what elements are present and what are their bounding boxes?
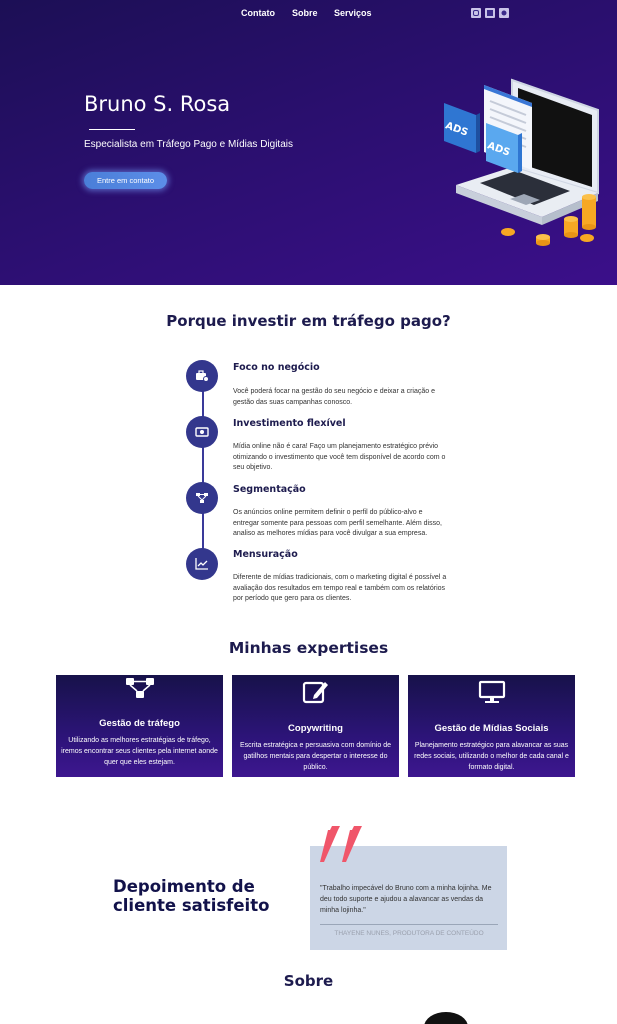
timeline-circle-1	[186, 360, 218, 392]
instagram-icon[interactable]	[471, 8, 481, 18]
expertise-card-title: Copywriting	[288, 723, 343, 734]
why-section-title: Porque investir em tráfego pago?	[166, 312, 451, 330]
expertises-title: Minhas expertises	[228, 639, 389, 657]
testimonial-author: THAYENE NUNES, PRODUTORA DE CONTEÚDO	[334, 930, 484, 937]
nav-link-contato[interactable]: Contato	[241, 8, 275, 18]
quote-icon	[320, 826, 362, 862]
avatar	[424, 1012, 468, 1024]
hero-subtitle: Especialista em Tráfego Pago e Mídias Di…	[84, 139, 293, 150]
expertise-card-text: Escrita estratégica e persuasiva com dom…	[240, 742, 391, 771]
network-icon	[196, 493, 208, 503]
hero-divider	[89, 129, 135, 130]
expertise-card-copywriting: Copywriting Escrita estratégica e persua…	[232, 675, 399, 777]
monitor-icon	[478, 680, 505, 703]
testimonial-quote: "Trabalho impecável do Bruno com a minha…	[320, 885, 492, 914]
timeline-line	[202, 378, 204, 564]
timeline-item-title: Segmentação	[233, 484, 306, 495]
timeline-item-text: Mídia online não é cara! Faço um planeja…	[233, 443, 446, 471]
laptop-ads-illustration: ADS ADS	[444, 78, 599, 246]
expertise-card-text: Utilizando as melhores estratégias de tr…	[61, 737, 218, 766]
expertise-card-trafego: Gestão de tráfego Utilizando as melhores…	[56, 675, 223, 777]
workflow-icon	[125, 678, 154, 698]
linkedin-icon[interactable]	[499, 8, 509, 18]
testimonial-title: Depoimento de cliente satisfeito	[113, 877, 270, 915]
money-icon	[195, 427, 209, 437]
timeline-item-title: Mensuração	[233, 549, 298, 560]
nav-link-servicos[interactable]: Serviços	[334, 8, 372, 18]
hero-name: Bruno S. Rosa	[84, 92, 231, 116]
facebook-icon[interactable]	[485, 8, 495, 18]
about-title: Sobre	[283, 972, 334, 990]
chart-icon	[195, 558, 208, 570]
expertise-card-midias-sociais: Gestão de Mídias Sociais Planejamento es…	[408, 675, 575, 777]
hero-section: Contato Sobre Serviços Bruno S. Rosa Esp…	[0, 0, 617, 285]
timeline-item-text: Você poderá focar na gestão do seu negóc…	[233, 388, 435, 406]
testimonial-divider	[320, 924, 498, 925]
edit-icon	[302, 681, 328, 704]
expertise-card-title: Gestão de Mídias Sociais	[434, 723, 549, 734]
timeline-item-text: Diferente de mídias tradicionais, com o …	[233, 574, 447, 602]
timeline-circle-3	[186, 482, 218, 514]
expertise-card-text: Planejamento estratégico para alavancar …	[414, 742, 569, 771]
timeline-circle-2	[186, 416, 218, 448]
briefcase-icon	[196, 370, 209, 382]
timeline-item-text: Os anúncios online permitem definir o pe…	[233, 509, 442, 537]
timeline-item-title: Investimento flexível	[233, 418, 346, 429]
nav-link-sobre[interactable]: Sobre	[292, 8, 318, 18]
top-nav: Contato Sobre Serviços	[0, 8, 617, 22]
expertise-card-title: Gestão de tráfego	[99, 718, 180, 729]
timeline-item-title: Foco no negócio	[233, 362, 320, 373]
timeline-circle-4	[186, 548, 218, 580]
contact-button[interactable]: Entre em contato	[84, 172, 167, 189]
